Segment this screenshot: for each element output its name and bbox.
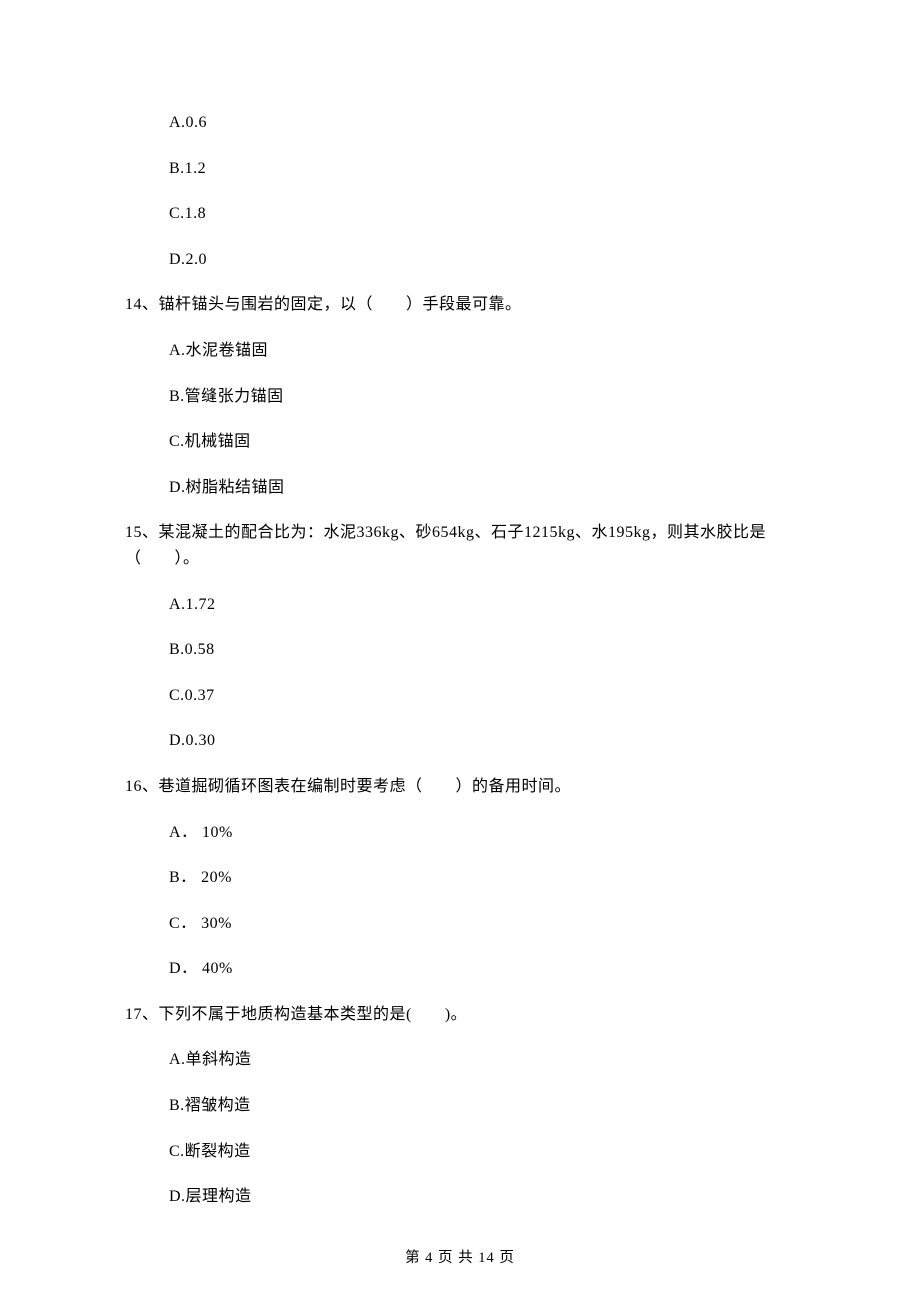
option-text: C.1.8 — [169, 201, 795, 227]
question-16: 16、巷道掘砌循环图表在编制时要考虑（ ）的备用时间。 — [125, 774, 795, 800]
option-text: C.机械锚固 — [169, 429, 795, 455]
option-text: D.0.30 — [169, 728, 795, 754]
option-text: C． 30% — [169, 911, 795, 937]
option-text: A.0.6 — [169, 110, 795, 136]
question-15: 15、某混凝土的配合比为：水泥336kg、砂654kg、石子1215kg、水19… — [125, 520, 795, 571]
option-text: A.水泥卷锚固 — [169, 338, 795, 364]
option-text: A.单斜构造 — [169, 1047, 795, 1073]
page-footer: 第 4 页 共 14 页 — [0, 1247, 920, 1270]
option-text: D.层理构造 — [169, 1184, 795, 1210]
option-text: B.0.58 — [169, 637, 795, 663]
option-text: B． 20% — [169, 865, 795, 891]
option-text: B.管缝张力锚固 — [169, 384, 795, 410]
option-text: D.树脂粘结锚固 — [169, 475, 795, 501]
option-text: D.2.0 — [169, 247, 795, 273]
option-text: A.1.72 — [169, 592, 795, 618]
option-text: A． 10% — [169, 820, 795, 846]
option-text: D． 40% — [169, 956, 795, 982]
question-17: 17、下列不属于地质构造基本类型的是( )。 — [125, 1002, 795, 1028]
option-text: B.褶皱构造 — [169, 1093, 795, 1119]
question-14: 14、锚杆锚头与围岩的固定，以（ ）手段最可靠。 — [125, 292, 795, 318]
option-text: B.1.2 — [169, 156, 795, 182]
page: A.0.6 B.1.2 C.1.8 D.2.0 14、锚杆锚头与围岩的固定，以（… — [0, 0, 920, 1302]
option-text: C.0.37 — [169, 683, 795, 709]
option-text: C.断裂构造 — [169, 1139, 795, 1165]
